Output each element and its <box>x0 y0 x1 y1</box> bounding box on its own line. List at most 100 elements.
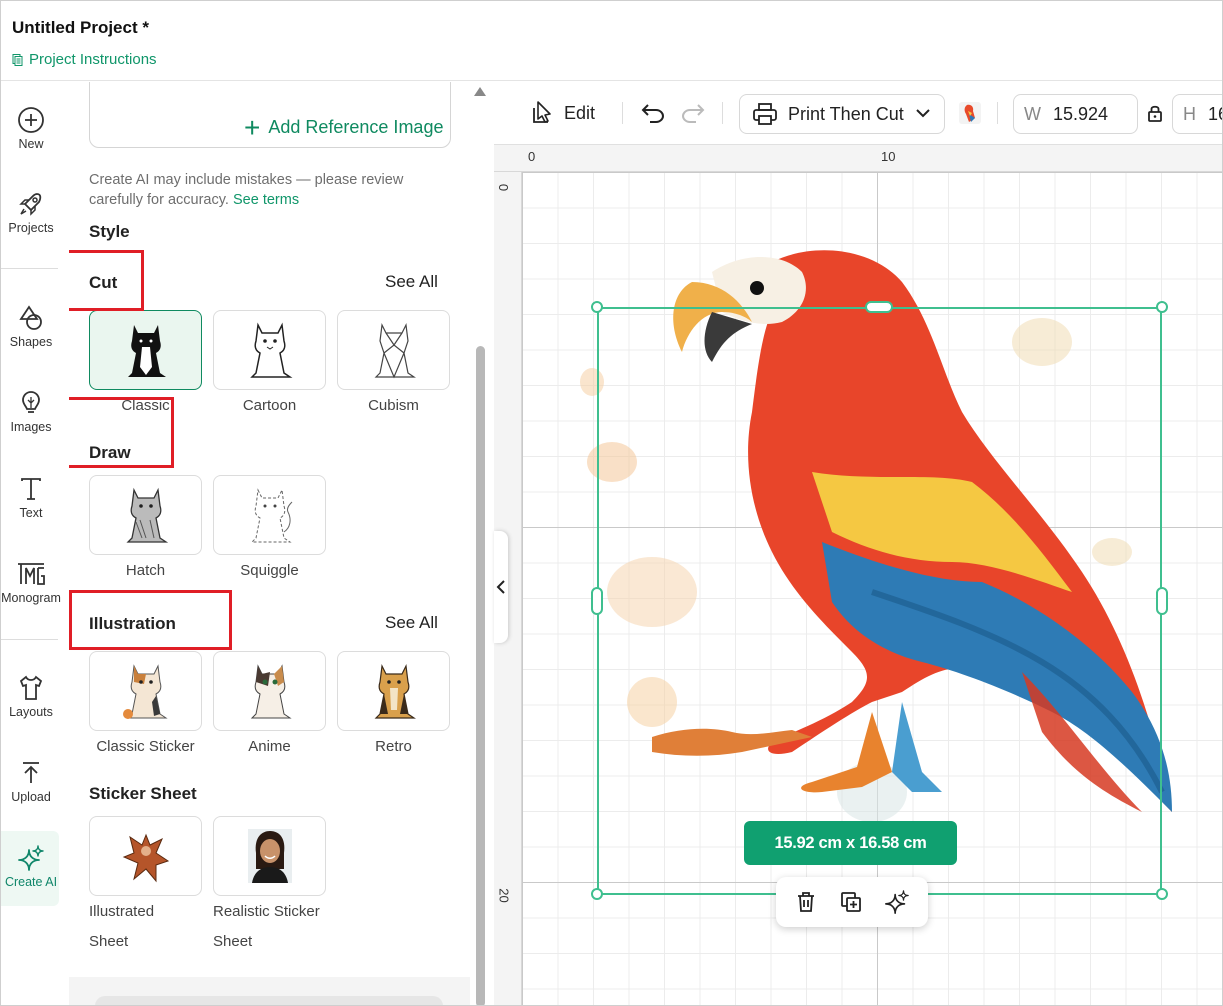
style-label: Anime <box>248 738 291 755</box>
style-label-line1: Realistic Sticker <box>213 903 320 920</box>
project-instructions-label: Project Instructions <box>29 51 157 68</box>
project-title[interactable]: Untitled Project * <box>12 18 149 38</box>
rail-label: Monogram <box>1 591 61 605</box>
project-header: Untitled Project * Project Instructions <box>1 1 1222 81</box>
reference-image-box: + Add Reference Image <box>89 82 451 148</box>
cat-thumbnail <box>127 325 166 377</box>
style-card-hatch[interactable] <box>89 475 202 555</box>
edit-button[interactable]: Edit <box>530 100 595 126</box>
canvas-toolbar: Edit Print Then Cut W 15.924 H 16 <box>494 82 1222 144</box>
printer-icon <box>753 103 777 125</box>
scroll-up-arrow-icon[interactable] <box>474 87 486 96</box>
rail-label: Layouts <box>9 705 53 719</box>
rail-item-images[interactable]: Images <box>1 389 61 434</box>
monogram-icon <box>18 563 45 585</box>
rail-label: Projects <box>8 221 54 235</box>
add-reference-image-button[interactable]: + Add Reference Image <box>244 113 444 141</box>
style-label: Cartoon <box>242 397 297 414</box>
resize-handle-top-right[interactable] <box>1156 301 1168 313</box>
rail-item-layouts[interactable]: Layouts <box>1 674 61 719</box>
rail-item-new[interactable]: New <box>1 106 61 151</box>
style-card-anime[interactable] <box>213 651 326 731</box>
rail-label: Shapes <box>9 335 53 349</box>
see-terms-link[interactable]: See terms <box>233 192 299 208</box>
trash-icon <box>798 892 815 912</box>
aspect-lock-button[interactable] <box>1147 104 1163 127</box>
rail-label: Text <box>19 506 43 520</box>
shapes-icon <box>19 305 42 330</box>
operation-select[interactable]: Print Then Cut <box>739 94 945 134</box>
section-title-sticker-sheet: Sticker Sheet <box>89 784 197 803</box>
canvas-area: Edit Print Then Cut W 15.924 H 16 <box>494 82 1222 1005</box>
rail-item-create-ai[interactable]: Create AI <box>1 844 61 889</box>
resize-handle-top-left[interactable] <box>591 301 603 313</box>
see-all-cut-link[interactable]: See All <box>385 272 438 292</box>
duplicate-button[interactable] <box>839 890 863 914</box>
left-rail: New Projects Shapes Images Text Monogram… <box>1 82 69 1005</box>
cat-thumbnail <box>250 664 292 719</box>
ruler-label: 0 <box>496 183 512 192</box>
height-field[interactable]: H 16 <box>1172 94 1222 134</box>
horizontal-ruler: 0 10 <box>494 144 1222 172</box>
width-value[interactable]: 15.924 <box>1053 104 1108 125</box>
rail-divider <box>1 639 58 640</box>
project-instructions-link[interactable]: Project Instructions <box>12 51 157 68</box>
style-card-cubism[interactable] <box>337 310 450 390</box>
style-card-cartoon[interactable] <box>213 310 326 390</box>
resize-handle-bottom-left[interactable] <box>591 888 603 900</box>
rail-item-projects[interactable]: Projects <box>1 190 61 235</box>
toolbar-divider <box>722 102 723 124</box>
resize-handle-bottom-right[interactable] <box>1156 888 1168 900</box>
dimensions-badge: 15.92 cm x 16.58 cm <box>744 821 957 865</box>
ai-sparkle-button[interactable] <box>884 889 910 915</box>
see-all-illustration-link[interactable]: See All <box>385 613 438 633</box>
selection-bounding-box[interactable] <box>597 307 1162 895</box>
style-card-classic-sticker[interactable] <box>89 651 202 731</box>
redo-button[interactable] <box>680 101 706 130</box>
width-field[interactable]: W 15.924 <box>1013 94 1138 134</box>
height-value[interactable]: 16 <box>1208 104 1222 125</box>
cat-thumbnail <box>374 663 416 719</box>
lock-icon <box>1148 105 1162 122</box>
style-label: Squiggle <box>240 562 299 579</box>
style-label: Classic Sticker <box>96 738 195 755</box>
rocket-icon <box>19 193 42 216</box>
color-swatch[interactable] <box>959 102 981 124</box>
style-card-realistic-sticker-sheet[interactable] <box>213 816 326 896</box>
style-label-line2: Sheet <box>89 933 129 950</box>
style-card-classic[interactable] <box>89 310 202 390</box>
chevron-left-icon <box>496 580 505 594</box>
rail-divider <box>1 268 58 269</box>
resize-handle-right[interactable] <box>1156 587 1168 615</box>
style-label-line1: Illustrated <box>89 903 155 920</box>
operation-label: Print Then Cut <box>788 103 904 124</box>
parrot-swatch-icon <box>959 102 981 124</box>
scroll-thumb[interactable] <box>476 346 485 1005</box>
undo-button[interactable] <box>640 101 666 130</box>
add-reference-label: Add Reference Image <box>268 117 444 137</box>
generate-bar[interactable] <box>95 996 443 1005</box>
rail-item-text[interactable]: Text <box>1 475 61 520</box>
ruler-label: 20 <box>496 888 512 903</box>
height-label: H <box>1183 103 1196 124</box>
selection-action-bar <box>776 877 928 927</box>
rail-item-upload[interactable]: Upload <box>1 759 61 804</box>
style-card-squiggle[interactable] <box>213 475 326 555</box>
resize-handle-top[interactable] <box>865 301 893 313</box>
collapse-panel-button[interactable] <box>494 531 508 643</box>
rail-label: New <box>18 137 44 151</box>
delete-button[interactable] <box>794 890 818 914</box>
style-label-line2: Sheet <box>213 933 253 950</box>
sparkle-icon <box>884 890 909 914</box>
style-card-retro[interactable] <box>337 651 450 731</box>
ruler-label: 0 <box>528 149 536 164</box>
undo-icon <box>641 104 665 123</box>
resize-handle-left[interactable] <box>591 587 603 615</box>
annotation-highlight-illustration <box>69 590 232 650</box>
create-ai-panel: + Add Reference Image Create AI may incl… <box>69 82 470 977</box>
rail-item-shapes[interactable]: Shapes <box>1 304 61 349</box>
style-label: Hatch <box>125 562 166 579</box>
rail-item-monogram[interactable]: Monogram <box>1 560 73 605</box>
width-label: W <box>1024 103 1041 124</box>
style-card-illustrated-sheet[interactable] <box>89 816 202 896</box>
